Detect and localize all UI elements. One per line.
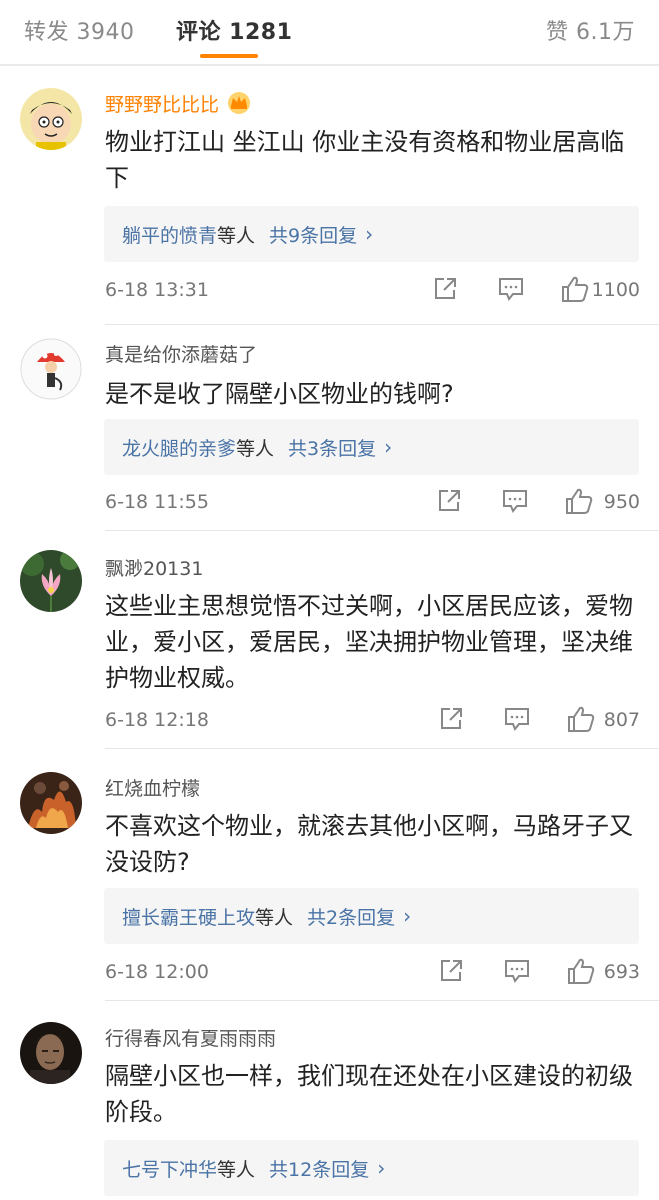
chevron-right-icon: ›	[377, 1156, 386, 1180]
vip-crown-icon	[225, 91, 253, 120]
comment-divider	[105, 530, 659, 531]
replies-preview[interactable]: 龙火腿的亲爹 等人 共3条回复 ›	[104, 419, 639, 475]
share-icon[interactable]	[438, 706, 464, 737]
like-count: 950	[603, 491, 640, 513]
comment-actions: 6-18 13:31 1100	[105, 276, 640, 306]
comment-divider	[105, 324, 659, 325]
comment-icon[interactable]	[503, 706, 531, 737]
comment-actions: 6-18 11:55 950	[105, 488, 640, 518]
tab-likes[interactable]: 赞 6.1万	[546, 14, 635, 46]
comment-icon[interactable]	[501, 488, 529, 519]
reply-count-link[interactable]: 共9条回复	[269, 221, 357, 248]
reply-author-link[interactable]: 龙火腿的亲爹	[122, 434, 236, 461]
avatar[interactable]	[20, 88, 82, 150]
thumbs-up-icon[interactable]	[560, 274, 590, 309]
like-count: 693	[603, 961, 640, 983]
reply-etc-label: 等人	[255, 906, 294, 929]
tab-comments[interactable]: 评论 1281	[176, 14, 292, 46]
comment-author[interactable]: 行得春风有夏雨雨雨	[105, 1024, 276, 1051]
man-portrait-avatar-icon	[20, 1022, 82, 1084]
share-icon[interactable]	[432, 276, 458, 307]
avatar[interactable]	[20, 338, 82, 400]
lotus-avatar-icon	[20, 550, 82, 612]
comment-icon[interactable]	[497, 276, 525, 307]
comment-author[interactable]: 红烧血柠檬	[105, 774, 200, 801]
comment-text: 不喜欢这个物业，就滚去其他小区啊，马路牙子又没设防?	[105, 812, 633, 876]
comment-author[interactable]: 真是给你添蘑菇了	[105, 340, 257, 367]
comment-time: 6-18 13:31	[105, 279, 209, 301]
thumbs-up-icon[interactable]	[566, 704, 596, 739]
comment-time: 6-18 11:55	[105, 491, 209, 513]
comment-divider	[105, 748, 659, 749]
fire-avatar-icon	[20, 772, 82, 834]
comment-tabs: 转发 3940 评论 1281 赞 6.1万	[0, 0, 659, 60]
reply-author-link[interactable]: 擅长霸王硬上攻	[122, 903, 255, 930]
avatar[interactable]	[20, 550, 82, 612]
like-count: 807	[603, 709, 640, 731]
avatar[interactable]	[20, 1022, 82, 1084]
thumbs-up-icon[interactable]	[566, 956, 596, 991]
comment-actions: 6-18 12:00 693	[105, 958, 640, 988]
replies-preview[interactable]: 擅长霸王硬上攻 等人 共2条回复 ›	[104, 888, 639, 944]
avatar[interactable]	[20, 772, 82, 834]
active-tab-indicator	[200, 54, 258, 58]
comment-icon[interactable]	[503, 958, 531, 989]
reply-count-link[interactable]: 共3条回复	[288, 434, 376, 461]
share-icon[interactable]	[436, 488, 462, 519]
like-count: 1100	[591, 279, 640, 301]
tab-reposts[interactable]: 转发 3940	[24, 14, 134, 46]
chevron-right-icon: ›	[403, 904, 412, 928]
thumbs-up-icon[interactable]	[564, 486, 594, 521]
tabs-divider	[0, 64, 659, 66]
comment-text: 这些业主思想觉悟不过关啊，小区居民应该，爱物业，爱小区，爱居民，坚决拥护物业管理…	[105, 592, 633, 692]
reply-author-link[interactable]: 躺平的愤青	[122, 221, 217, 248]
comment-text: 物业打江山 坐江山 你业主没有资格和物业居高临下	[105, 128, 625, 192]
comment-time: 6-18 12:18	[105, 709, 209, 731]
reply-author-link[interactable]: 七号下冲华	[122, 1155, 217, 1182]
mushroom-avatar-icon	[20, 338, 82, 400]
replies-preview[interactable]: 七号下冲华 等人 共12条回复 ›	[104, 1140, 639, 1196]
comment-text: 是不是收了隔壁小区物业的钱啊?	[105, 380, 454, 408]
replies-preview[interactable]: 躺平的愤青 等人 共9条回复 ›	[104, 206, 639, 262]
comment-author[interactable]: 飘渺20131	[105, 554, 203, 581]
chevron-right-icon: ›	[365, 222, 374, 246]
reply-etc-label: 等人	[236, 437, 275, 460]
cartoon-boy-avatar-icon	[20, 88, 82, 150]
chevron-right-icon: ›	[384, 435, 393, 459]
reply-count-link[interactable]: 共12条回复	[269, 1155, 369, 1182]
reply-etc-label: 等人	[217, 1158, 256, 1181]
comment-author[interactable]: 野野野比比比	[105, 90, 253, 120]
comment-text: 隔壁小区也一样，我们现在还处在小区建设的初级阶段。	[105, 1062, 633, 1126]
reply-etc-label: 等人	[217, 224, 256, 247]
comment-actions: 6-18 12:18 807	[105, 706, 640, 736]
comment-time: 6-18 12:00	[105, 961, 209, 983]
comment-divider	[105, 1000, 659, 1001]
share-icon[interactable]	[438, 958, 464, 989]
reply-count-link[interactable]: 共2条回复	[307, 903, 395, 930]
